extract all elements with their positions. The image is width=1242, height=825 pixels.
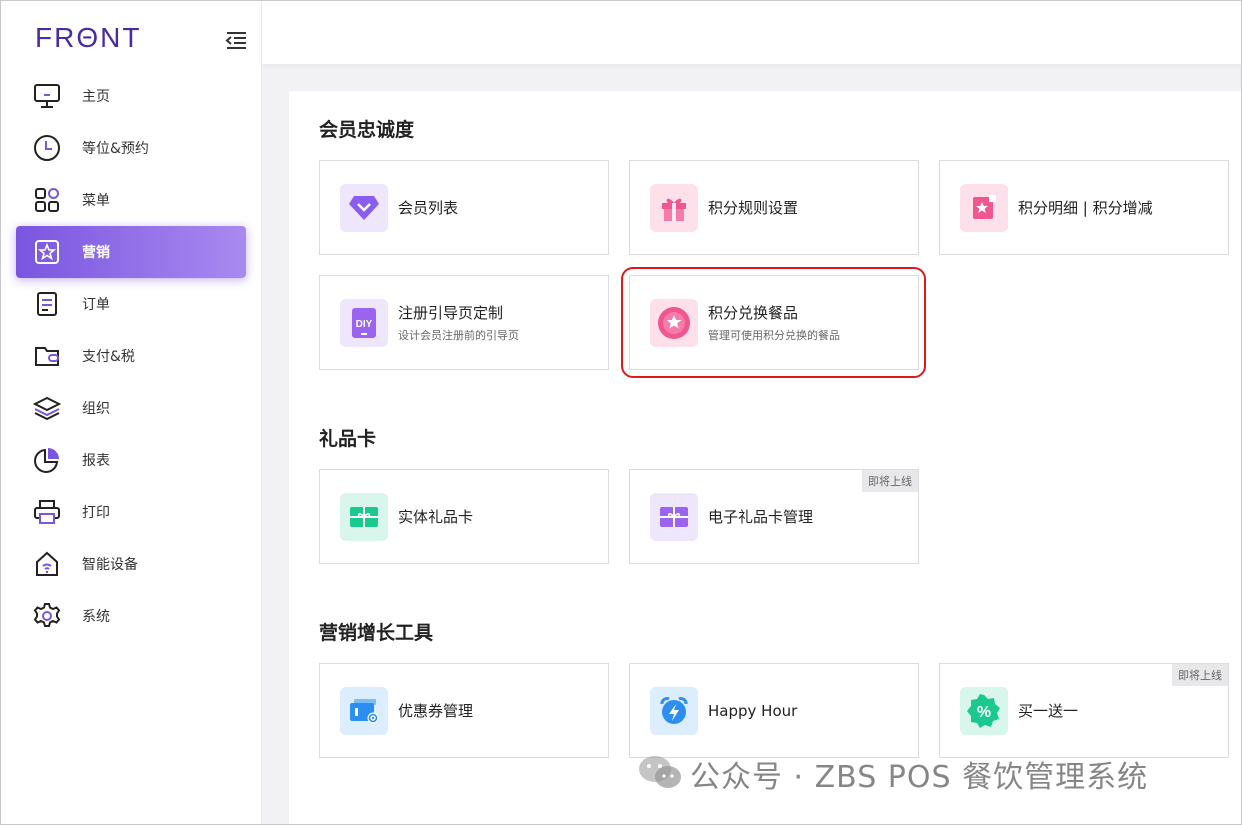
- grid-icon: [32, 185, 62, 215]
- sidebar-item-label: 报表: [82, 453, 110, 469]
- card-title: Happy Hour: [708, 701, 798, 720]
- star-coin-icon: [650, 299, 698, 347]
- card-subtitle: 管理可使用积分兑换的餐品: [708, 329, 840, 342]
- coming-soon-badge: 即将上线: [1172, 664, 1228, 686]
- sidebar-item-label: 等位&预约: [82, 141, 149, 157]
- card-title: 注册引导页定制: [398, 304, 504, 322]
- sidebar-item-menu[interactable]: 菜单: [16, 174, 246, 226]
- card-points-redeem[interactable]: 积分兑换餐品 管理可使用积分兑换的餐品: [629, 275, 919, 370]
- sidebar-item-label: 营销: [82, 245, 110, 261]
- section-title-gift-card: 礼品卡: [319, 428, 377, 450]
- alarm-clock-icon: [650, 687, 698, 735]
- sidebar-item-organization[interactable]: 组织: [16, 382, 246, 434]
- svg-text:%: %: [977, 704, 991, 721]
- clock-icon: [32, 133, 62, 163]
- section-title-growth-tools: 营销增长工具: [319, 622, 434, 644]
- marketing-panel: 会员忠诚度 会员列表 积分规则设置 积分明细 | 积分增减 DIY 注册引导页定…: [289, 91, 1242, 825]
- diamond-icon: [340, 184, 388, 232]
- card-register-guide[interactable]: DIY 注册引导页定制 设计会员注册前的引导页: [319, 275, 609, 370]
- sidebar: FRΘNT 主页 等位&预约 菜单 营销 订单 支付&税 组织 报表 打印 智能…: [0, 0, 262, 825]
- card-e-gift-card[interactable]: 电子礼品卡管理 即将上线: [629, 469, 919, 564]
- gift-card-icon: [340, 493, 388, 541]
- watermark-text: 公众号 · ZBS POS 餐饮管理系统: [690, 760, 1149, 795]
- card-title: 积分兑换餐品: [708, 304, 799, 322]
- printer-icon: [32, 497, 62, 527]
- wallet-icon: [32, 341, 62, 371]
- star-card-icon: [960, 184, 1008, 232]
- sidebar-item-label: 智能设备: [82, 557, 138, 573]
- sidebar-item-orders[interactable]: 订单: [16, 278, 246, 330]
- card-subtitle: 设计会员注册前的引导页: [398, 329, 519, 342]
- card-buy-one-get-one[interactable]: % 买一送一 即将上线: [939, 663, 1229, 758]
- card-title: 实体礼品卡: [398, 508, 474, 526]
- sidebar-item-waitlist[interactable]: 等位&预约: [16, 122, 246, 174]
- card-points-detail[interactable]: 积分明细 | 积分增减: [939, 160, 1229, 255]
- card-points-rules[interactable]: 积分规则设置: [629, 160, 919, 255]
- sidebar-item-home[interactable]: 主页: [16, 70, 246, 122]
- card-title: 积分规则设置: [708, 199, 799, 217]
- svg-text:DIY: DIY: [356, 319, 373, 330]
- diy-tablet-icon: DIY: [340, 299, 388, 347]
- monitor-icon: [32, 81, 62, 111]
- card-coupon-management[interactable]: 优惠券管理: [319, 663, 609, 758]
- sidebar-item-label: 菜单: [82, 193, 110, 209]
- sidebar-item-label: 主页: [82, 89, 110, 105]
- coupon-icon: [340, 687, 388, 735]
- document-icon: [32, 289, 62, 319]
- card-title: 会员列表: [398, 199, 459, 217]
- sidebar-item-label: 支付&税: [82, 349, 135, 365]
- top-bar: [262, 0, 1242, 64]
- card-title: 买一送一: [1018, 702, 1079, 720]
- pie-chart-icon: [32, 445, 62, 475]
- card-member-list[interactable]: 会员列表: [319, 160, 609, 255]
- sidebar-item-label: 打印: [82, 505, 110, 521]
- watermark: 公众号 · ZBS POS 餐饮管理系统: [636, 752, 1148, 796]
- front-logo[interactable]: FRΘNT: [35, 22, 141, 54]
- sidebar-item-reports[interactable]: 报表: [16, 434, 246, 486]
- coming-soon-badge: 即将上线: [862, 470, 918, 492]
- layers-icon: [32, 393, 62, 423]
- sidebar-item-print[interactable]: 打印: [16, 486, 246, 538]
- percent-badge-icon: %: [960, 687, 1008, 735]
- card-happy-hour[interactable]: Happy Hour: [629, 663, 919, 758]
- card-title: 电子礼品卡管理: [708, 508, 814, 526]
- star-badge-icon: [32, 237, 62, 267]
- card-title: 优惠券管理: [398, 702, 474, 720]
- sidebar-item-system[interactable]: 系统: [16, 590, 246, 642]
- sidebar-item-payment-tax[interactable]: 支付&税: [16, 330, 246, 382]
- sidebar-item-label: 订单: [82, 297, 110, 313]
- sidebar-item-label: 系统: [82, 609, 110, 625]
- wechat-icon: [636, 752, 684, 796]
- sidebar-item-marketing[interactable]: 营销: [16, 226, 246, 278]
- card-title: 积分明细 | 积分增减: [1018, 199, 1153, 217]
- sidebar-nav: 主页 等位&预约 菜单 营销 订单 支付&税 组织 报表 打印 智能设备 系统: [16, 70, 246, 642]
- smart-device-icon: [32, 549, 62, 579]
- gift-box-icon: [650, 184, 698, 232]
- sidebar-item-smart-devices[interactable]: 智能设备: [16, 538, 246, 590]
- gear-icon: [32, 601, 62, 631]
- sidebar-item-label: 组织: [82, 401, 110, 417]
- card-physical-gift-card[interactable]: 实体礼品卡: [319, 469, 609, 564]
- section-title-loyalty: 会员忠诚度: [319, 119, 415, 141]
- e-gift-card-icon: [650, 493, 698, 541]
- collapse-menu-icon[interactable]: [224, 30, 248, 50]
